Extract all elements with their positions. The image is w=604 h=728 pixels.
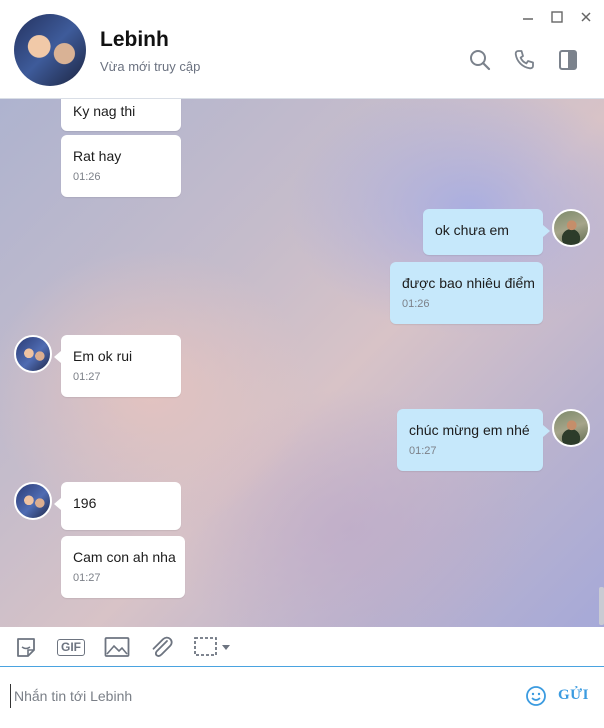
- contact-status: Vừa mới truy cập: [100, 59, 201, 74]
- message-text: Cam con ah nha: [73, 549, 176, 565]
- message-text: Rat hay: [73, 148, 122, 164]
- message-bubble-incoming[interactable]: Rat hay 01:26: [61, 135, 181, 197]
- message-text: Em ok rui: [73, 348, 133, 364]
- chat-header: Lebinh Vừa mới truy cập: [0, 0, 604, 99]
- contact-avatar-small[interactable]: [14, 335, 52, 373]
- message-time: 01:27: [73, 371, 101, 383]
- emoji-icon[interactable]: [525, 685, 547, 707]
- message-time: 01:26: [73, 171, 101, 183]
- message-bubble-outgoing[interactable]: được bao nhiêu điểm 01:26: [390, 262, 543, 324]
- phone-icon[interactable]: [512, 48, 536, 72]
- message-bubble-incoming[interactable]: Ky nag thi: [61, 99, 181, 131]
- message-time: 01:26: [402, 298, 430, 310]
- image-icon[interactable]: [104, 636, 130, 658]
- gif-button[interactable]: GIF: [57, 636, 85, 658]
- message-input[interactable]: [10, 684, 500, 708]
- message-time: 01:27: [73, 572, 101, 584]
- contact-avatar[interactable]: [14, 14, 86, 86]
- maximize-icon[interactable]: [548, 8, 566, 26]
- sidebar-toggle-icon[interactable]: [556, 48, 580, 72]
- message-bubble-outgoing[interactable]: chúc mừng em nhé 01:27: [397, 409, 550, 471]
- close-icon[interactable]: [577, 8, 595, 26]
- message-text: được bao nhiêu điểm: [402, 275, 535, 291]
- contact-avatar-small[interactable]: [14, 482, 52, 520]
- gif-label: GIF: [57, 638, 85, 656]
- scrollbar[interactable]: [599, 587, 604, 625]
- composer: GỬI: [0, 668, 604, 728]
- contact-name[interactable]: Lebinh: [100, 28, 169, 52]
- message-bubble-incoming[interactable]: Cam con ah nha 01:27: [61, 536, 185, 598]
- message-text: 196: [73, 495, 97, 511]
- paperclip-icon[interactable]: [148, 636, 174, 658]
- sticker-icon[interactable]: [14, 636, 38, 658]
- search-icon[interactable]: [468, 48, 492, 72]
- message-text: ok chưa em: [435, 222, 509, 238]
- screenshot-icon[interactable]: [193, 636, 235, 658]
- my-avatar[interactable]: [552, 409, 590, 447]
- message-list[interactable]: Ky nag thi Rat hay 01:26 ok chưa em được…: [0, 99, 604, 627]
- message-bubble-incoming[interactable]: Em ok rui 01:27: [54, 335, 181, 397]
- message-bubble-outgoing[interactable]: ok chưa em: [423, 209, 550, 255]
- my-avatar[interactable]: [552, 209, 590, 247]
- message-text: chúc mừng em nhé: [409, 422, 530, 438]
- message-text: Ky nag thi: [73, 103, 136, 119]
- composer-toolbar: GIF: [0, 627, 604, 667]
- message-bubble-incoming[interactable]: 196: [54, 482, 181, 530]
- send-button[interactable]: GỬI: [558, 687, 589, 704]
- minimize-icon[interactable]: [519, 8, 537, 26]
- message-time: 01:27: [409, 445, 437, 457]
